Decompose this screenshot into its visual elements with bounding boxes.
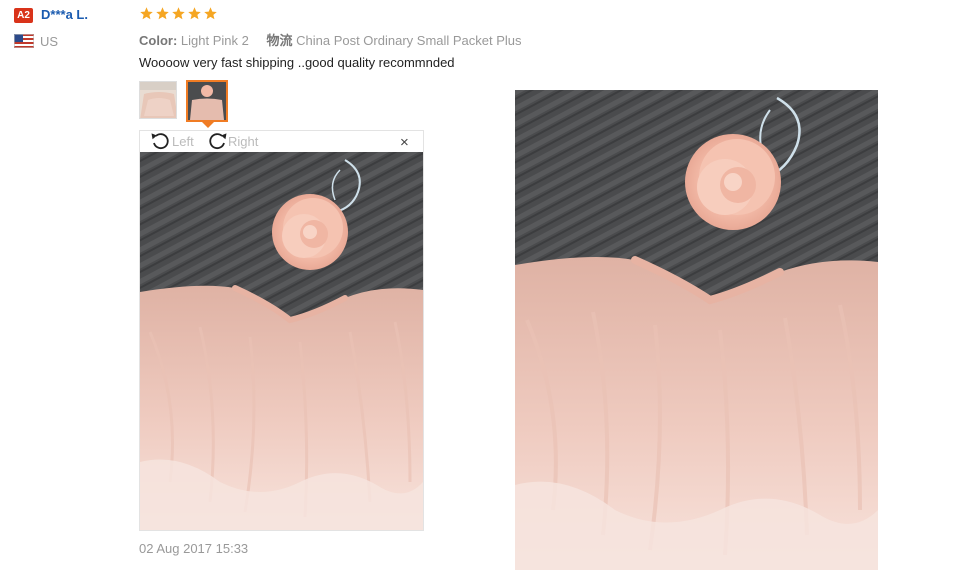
star-icon bbox=[172, 7, 185, 20]
star-icon bbox=[140, 7, 153, 20]
rotate-left-button[interactable]: Left bbox=[150, 131, 194, 151]
star-icon bbox=[156, 7, 169, 20]
color-value: Light Pink 2 bbox=[180, 33, 249, 48]
thumbnail-photo bbox=[188, 82, 226, 120]
star-icon bbox=[188, 7, 201, 20]
close-icon[interactable]: × bbox=[400, 135, 409, 150]
rotate-right-label: Right bbox=[228, 133, 259, 149]
review-thumbnail-2[interactable] bbox=[186, 80, 228, 122]
color-label: Color: bbox=[139, 33, 178, 48]
review-thumbnail-1[interactable] bbox=[139, 81, 177, 119]
star-icon bbox=[204, 7, 217, 20]
active-thumbnail-pointer bbox=[202, 122, 214, 128]
review-date: 02 Aug 2017 15:33 bbox=[139, 541, 249, 556]
country-code: US bbox=[40, 34, 59, 49]
us-flag-icon bbox=[14, 34, 34, 48]
rotate-left-label: Left bbox=[172, 133, 194, 149]
review-comment: Woooow very fast shipping ..good quality… bbox=[139, 55, 455, 70]
large-photo bbox=[515, 90, 878, 570]
rotate-left-icon bbox=[151, 133, 169, 150]
reviewer-name[interactable]: D***a L. bbox=[41, 7, 88, 22]
thumbnail-photo bbox=[140, 82, 176, 118]
logistics-value: China Post Ordinary Small Packet Plus bbox=[296, 33, 522, 48]
logistics-label: 物流 bbox=[266, 33, 293, 48]
star-rating bbox=[139, 6, 218, 21]
rotate-right-icon bbox=[209, 133, 227, 150]
level-badge: A2 bbox=[14, 8, 33, 23]
rotate-right-button[interactable]: Right bbox=[206, 131, 258, 151]
preview-photo bbox=[140, 152, 423, 530]
order-attributes: Color: Light Pink 2 物流 China Post Ordina… bbox=[139, 30, 522, 49]
